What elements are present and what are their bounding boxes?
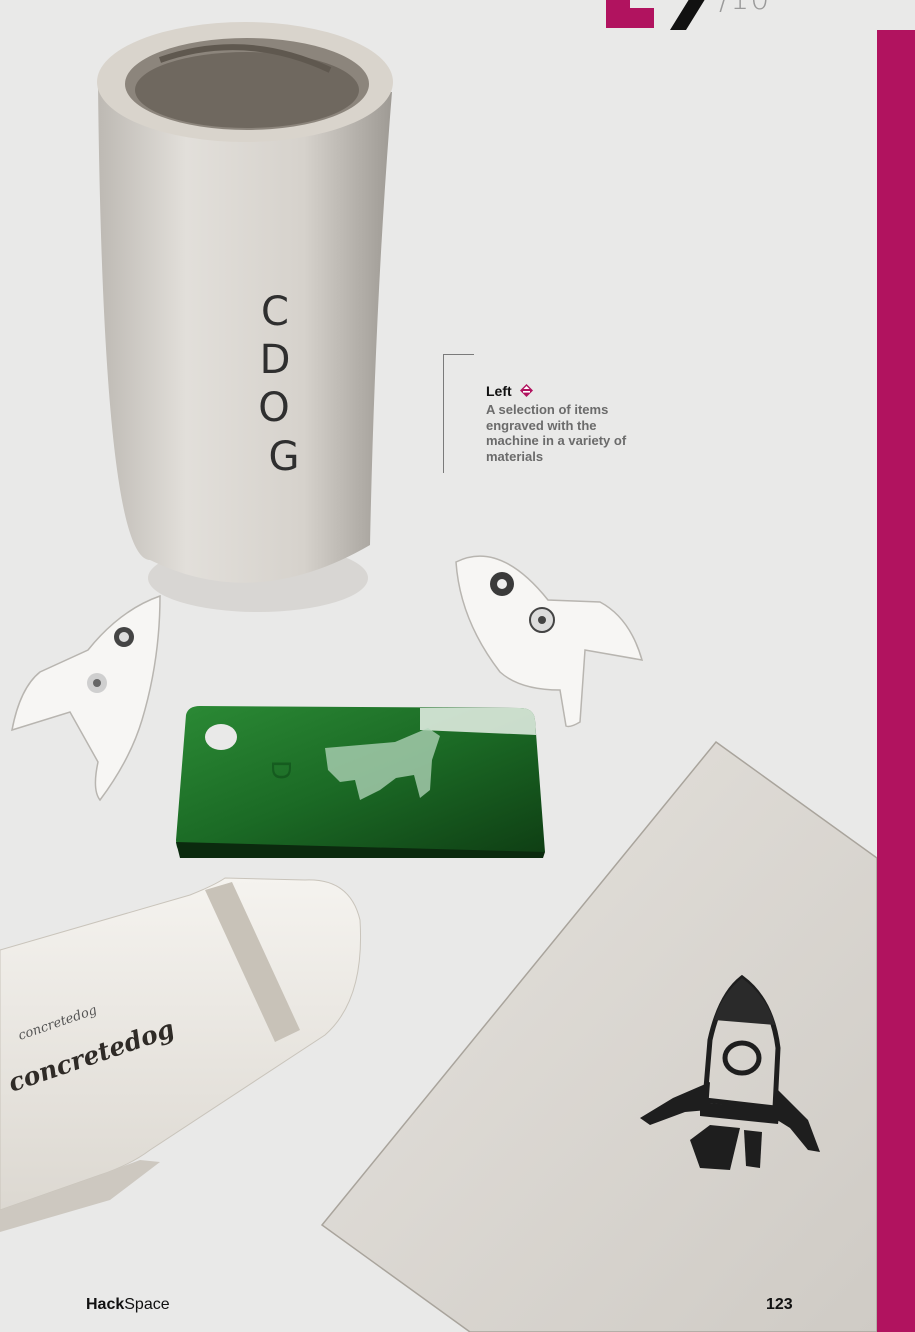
tube-letter-g: G <box>269 434 300 480</box>
tube-letter-o: O <box>258 385 289 431</box>
score-total: /10 <box>719 0 770 17</box>
magazine-page: C D O G D concretedog concretedog Left A… <box>0 0 915 1332</box>
brand-bold: Hack <box>86 1296 125 1313</box>
caption-body: A selection of items engraved with the m… <box>486 402 627 464</box>
magazine-brand: HackSpace <box>86 1296 170 1314</box>
svg-text:D: D <box>265 760 295 780</box>
tube-letter-d: D <box>260 337 291 383</box>
caption-leader-line <box>443 354 474 473</box>
cardboard-tube <box>97 22 393 612</box>
brand-regular: Space <box>124 1296 170 1313</box>
tube-letter-c: C <box>261 289 289 335</box>
accent-side-bar <box>877 30 915 1332</box>
score-digit-seven <box>670 0 705 30</box>
rocket-cutout-right <box>455 555 644 728</box>
page-number: 123 <box>766 1296 793 1313</box>
score-digit-foot <box>624 8 654 28</box>
rocket-cutout-left <box>11 594 161 802</box>
caption-title: Left <box>486 383 512 399</box>
product-photo: C D O G D concretedog concretedog <box>0 22 877 1332</box>
photo-caption: Left A selection of items engraved with … <box>486 383 646 464</box>
diamond-arrow-icon <box>520 384 534 397</box>
green-acrylic-tag: D <box>176 706 545 858</box>
